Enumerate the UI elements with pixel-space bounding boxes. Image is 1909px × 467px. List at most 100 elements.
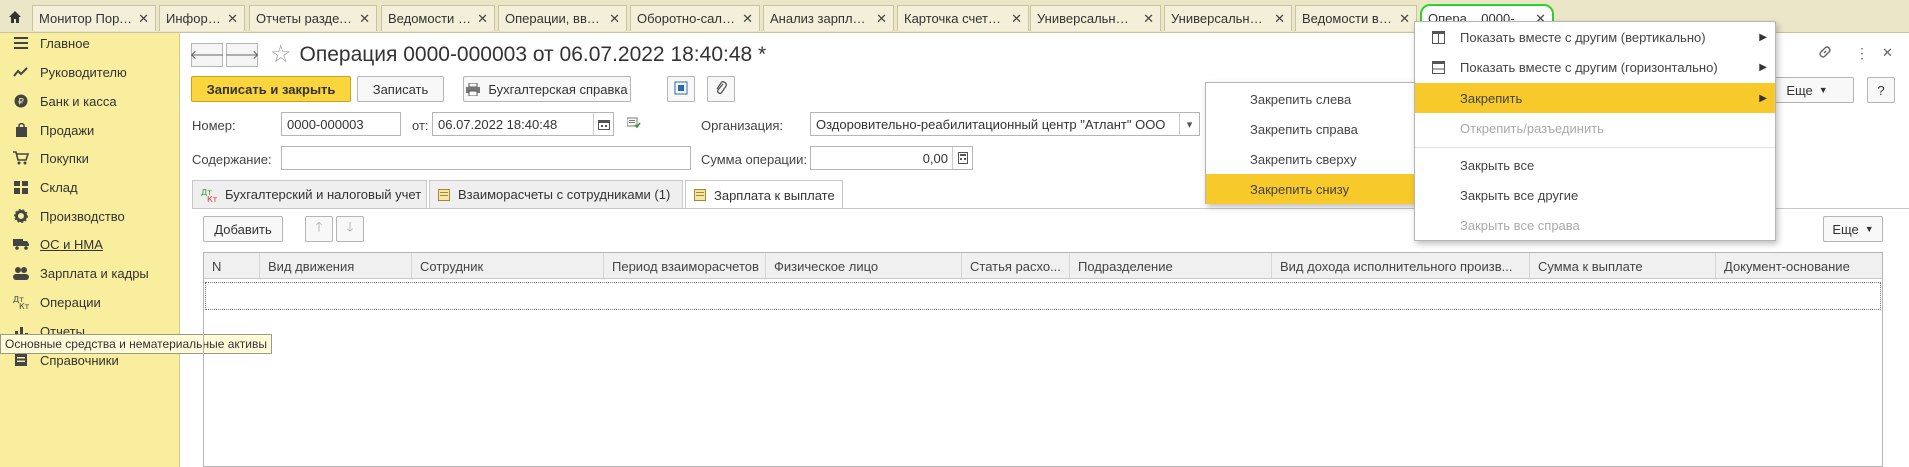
save-button[interactable]: Записать bbox=[357, 76, 444, 102]
number-field[interactable]: 0000-000003 bbox=[281, 112, 401, 136]
sidebar-item-label: Справочники bbox=[40, 352, 119, 368]
sidebar-item-operations[interactable]: Дт Кт Операции bbox=[0, 287, 180, 317]
pin-submenu: Закрепить слева Закрепить справа Закрепи… bbox=[1205, 82, 1415, 204]
tab-account-card[interactable]: Карточка счета 70 ... ✕ bbox=[897, 5, 1029, 31]
sidebar-item-manager[interactable]: Руководителю bbox=[0, 57, 180, 87]
sum-field[interactable]: 0,00 bbox=[810, 146, 973, 170]
dropdown-icon[interactable]: ▾ bbox=[1179, 113, 1199, 135]
coin-icon: ₽ bbox=[10, 93, 32, 109]
arrow-down-icon: 🡓 bbox=[346, 219, 354, 234]
close-icon[interactable]: ✕ bbox=[1011, 11, 1022, 27]
form-title-row: 🡐 🡒 ☆ Операция 0000-000003 от 06.07.2022… bbox=[190, 40, 766, 70]
svg-text:Кт: Кт bbox=[207, 195, 217, 202]
menu-item-show-horizontal[interactable]: Показать вместе с другим (горизонтально)… bbox=[1415, 52, 1775, 82]
add-button[interactable]: Добавить bbox=[203, 216, 283, 242]
menu-item-close-all[interactable]: Закрыть все bbox=[1415, 150, 1775, 180]
close-icon[interactable]: ✕ bbox=[138, 11, 149, 27]
close-icon[interactable]: ✕ bbox=[359, 11, 370, 27]
chevron-down-icon: ▼ bbox=[1818, 85, 1828, 95]
table-row[interactable] bbox=[205, 282, 1881, 310]
chevron-right-icon: ▶ bbox=[1759, 31, 1767, 43]
tab-accounting[interactable]: Дт Кт Бухгалтерский и налоговый учет bbox=[192, 180, 427, 208]
more-label: Еще bbox=[1786, 82, 1813, 98]
sidebar-item-sales[interactable]: Продажи bbox=[0, 115, 180, 145]
menu-item-pin-left[interactable]: Закрепить слева bbox=[1206, 84, 1414, 114]
sidebar-item-salary[interactable]: Зарплата и кадры bbox=[0, 258, 180, 288]
back-button[interactable]: 🡐 bbox=[190, 43, 224, 67]
menu-item-pin-top[interactable]: Закрепить сверху bbox=[1206, 144, 1414, 174]
structure-button[interactable] bbox=[667, 76, 695, 102]
help-button[interactable]: ? bbox=[1867, 77, 1895, 103]
tab-operations[interactable]: Операции, введен... ✕ bbox=[498, 5, 627, 31]
tab-salary-analysis[interactable]: Анализ зарплаты п... ✕ bbox=[763, 5, 894, 31]
sidebar-item-main[interactable]: Главное bbox=[0, 28, 180, 58]
menu-item-pin-right[interactable]: Закрепить справа bbox=[1206, 114, 1414, 144]
sidebar-item-purchases[interactable]: Покупки bbox=[0, 143, 180, 173]
date-from-label: от: bbox=[412, 118, 429, 133]
date-value: 06.07.2022 18:40:48 bbox=[438, 116, 558, 132]
menu-item-pin-bottom[interactable]: Закрепить снизу bbox=[1206, 174, 1414, 204]
sidebar-item-fixed-assets[interactable]: ОС и НМА bbox=[0, 229, 180, 259]
more-vert-icon[interactable]: ⋮ bbox=[1855, 45, 1869, 62]
date-field[interactable]: 06.07.2022 18:40:48 bbox=[432, 112, 614, 136]
truck-icon bbox=[10, 236, 32, 252]
close-icon[interactable]: ✕ bbox=[742, 11, 753, 27]
organization-field[interactable]: Оздоровительно-реабилитационный центр "А… bbox=[810, 112, 1200, 136]
tab-universal-2[interactable]: Универсальный от... ✕ bbox=[1164, 5, 1292, 31]
tab-reports[interactable]: Отчеты раздела "З... ✕ bbox=[249, 5, 377, 31]
column-header[interactable]: N bbox=[204, 253, 260, 279]
sidebar-item-label: Покупки bbox=[40, 150, 89, 166]
column-header[interactable]: Подразделение bbox=[1070, 253, 1272, 279]
tab-label: Отчеты раздела "З... bbox=[256, 11, 354, 26]
column-header[interactable]: Сотрудник bbox=[412, 253, 604, 279]
sidebar-item-production[interactable]: Производство bbox=[0, 201, 180, 231]
move-up-button[interactable]: 🡑 bbox=[305, 216, 333, 242]
close-icon[interactable]: ✕ bbox=[1274, 11, 1285, 27]
close-icon[interactable]: ✕ bbox=[876, 11, 887, 27]
forward-button[interactable]: 🡒 bbox=[224, 43, 260, 67]
star-icon[interactable]: ☆ bbox=[270, 43, 292, 67]
close-icon[interactable]: ✕ bbox=[1143, 11, 1154, 27]
arrow-right-icon: 🡒 bbox=[224, 47, 260, 62]
column-header[interactable]: Период взаиморасчетов bbox=[604, 253, 766, 279]
accounting-ref-button[interactable]: Бухгалтерская справка bbox=[463, 76, 631, 102]
calculator-icon[interactable] bbox=[952, 147, 972, 169]
tab-settlements[interactable]: Взаиморасчеты с сотрудниками (1) bbox=[429, 180, 683, 208]
tab-universal-1[interactable]: Универсальный от... ✕ bbox=[1030, 5, 1161, 31]
close-icon[interactable]: ✕ bbox=[227, 11, 238, 27]
menu-item-unpin[interactable]: Открепить/разъединить bbox=[1415, 113, 1775, 143]
tab-bank-statements[interactable]: Ведомости в банк ✕ bbox=[381, 5, 495, 31]
move-down-button[interactable]: 🡓 bbox=[336, 216, 364, 242]
content-field[interactable] bbox=[281, 146, 691, 170]
tab-turnover[interactable]: Оборотно-сальдов... ✕ bbox=[630, 5, 760, 31]
column-header[interactable]: Вид дохода исполнительного произв... bbox=[1272, 253, 1530, 279]
menu-item-pin[interactable]: Закрепить ▶ bbox=[1415, 83, 1775, 113]
menu-item-label: Показать вместе с другим (горизонтально) bbox=[1460, 59, 1718, 75]
document-icon bbox=[694, 189, 706, 201]
sidebar-item-warehouse[interactable]: Склад bbox=[0, 172, 180, 202]
link-icon[interactable] bbox=[1818, 45, 1832, 62]
tab-salary-payout[interactable]: Зарплата к выплате bbox=[685, 180, 843, 209]
menu-separator bbox=[1415, 147, 1775, 148]
menu-item-label: Показать вместе с другим (вертикально) bbox=[1460, 29, 1706, 45]
tab-cash-statements[interactable]: Ведомости в кассу ✕ bbox=[1295, 5, 1417, 31]
document-status-icon[interactable] bbox=[626, 117, 641, 132]
close-icon[interactable]: ✕ bbox=[1399, 11, 1410, 27]
column-header[interactable]: Физическое лицо bbox=[766, 253, 962, 279]
column-header[interactable]: Сумма к выплате bbox=[1530, 253, 1716, 279]
table-more-button[interactable]: Еще ▼ bbox=[1823, 216, 1883, 242]
column-header[interactable]: Статья расхо... bbox=[962, 253, 1070, 279]
sidebar-item-label: Операции bbox=[40, 294, 101, 310]
menu-item-show-vertical[interactable]: Показать вместе с другим (вертикально) ▶ bbox=[1415, 22, 1775, 52]
close-icon[interactable]: ✕ bbox=[609, 11, 620, 27]
sidebar-item-bank[interactable]: ₽ Банк и касса bbox=[0, 86, 180, 116]
menu-item-close-right[interactable]: Закрыть все справа bbox=[1415, 210, 1775, 240]
calendar-icon[interactable] bbox=[593, 113, 613, 135]
attach-button[interactable] bbox=[707, 76, 735, 102]
save-close-button[interactable]: Записать и закрыть bbox=[191, 76, 351, 102]
close-icon[interactable]: ✕ bbox=[1882, 45, 1893, 61]
menu-item-close-others[interactable]: Закрыть все другие bbox=[1415, 180, 1775, 210]
column-header[interactable]: Вид движения bbox=[260, 253, 412, 279]
column-header[interactable]: Документ-основание bbox=[1716, 253, 1882, 279]
close-icon[interactable]: ✕ bbox=[477, 11, 488, 27]
